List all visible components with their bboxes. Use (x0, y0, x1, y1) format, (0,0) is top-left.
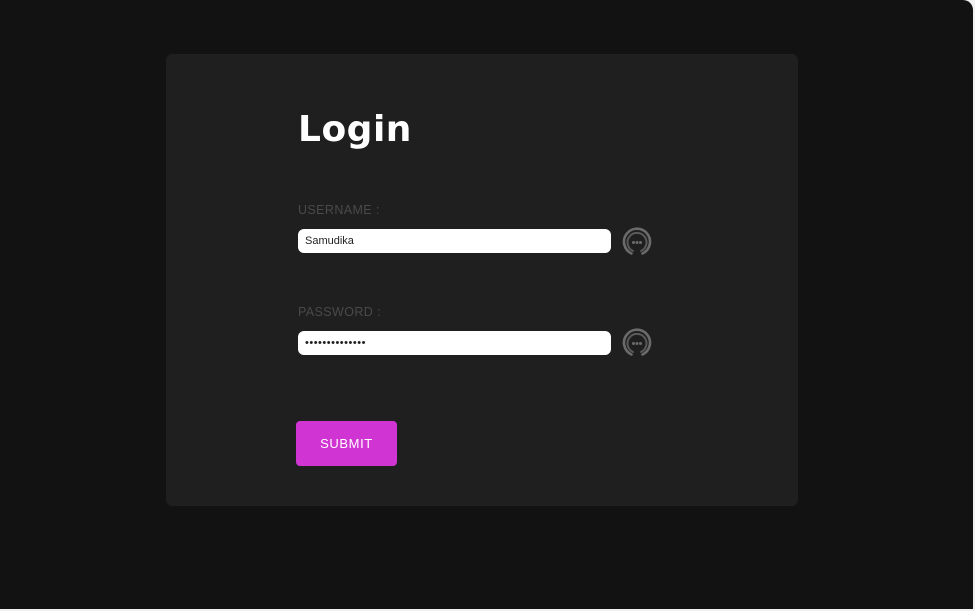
username-input[interactable] (298, 229, 611, 253)
login-card (166, 54, 798, 506)
username-label: USERNAME : (298, 203, 380, 217)
password-password-manager-icon[interactable] (621, 327, 653, 359)
password-input[interactable] (298, 331, 611, 355)
app-window: Login USERNAME : PASSWORD : SUBMIT (0, 0, 973, 609)
password-label: PASSWORD : (298, 305, 381, 319)
page-title: Login (298, 109, 412, 150)
username-password-manager-icon[interactable] (621, 226, 653, 258)
submit-button[interactable]: SUBMIT (296, 421, 397, 466)
